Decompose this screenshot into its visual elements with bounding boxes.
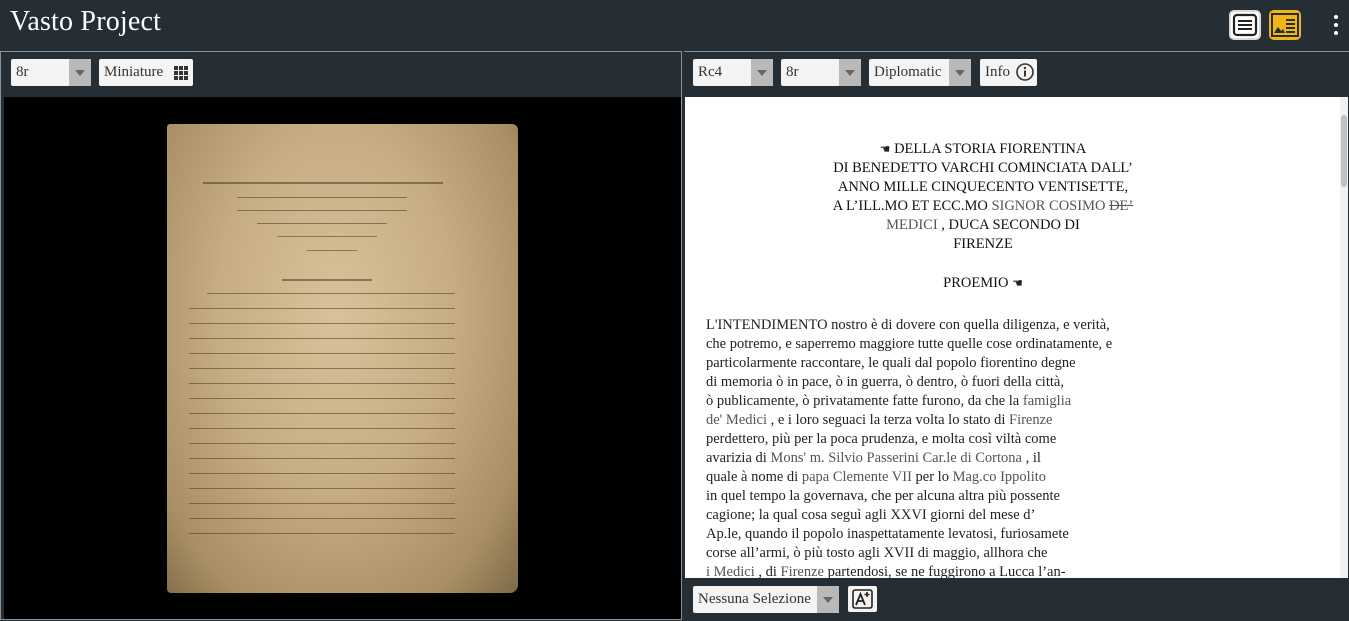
edition-level-select[interactable]: Diplomatic (869, 59, 971, 86)
heading-line: MEDICI , DUCA SECONDO DI (886, 217, 1080, 233)
entity-name[interactable]: Mons' m. Silvio Passerini Car.le di Cort… (770, 450, 1022, 466)
kebab-menu-icon (1334, 15, 1338, 19)
witness-select[interactable]: Rc4 (693, 59, 773, 86)
info-button[interactable]: Info (980, 59, 1037, 86)
text-line: avarizia di Mons' m. Silvio Passerini Ca… (706, 450, 1041, 466)
entity-name[interactable]: MEDICI (886, 217, 938, 233)
image-panel: 8r Miniature (0, 51, 682, 620)
kebab-menu-button[interactable] (1326, 12, 1346, 38)
text-view-icon (1232, 13, 1258, 37)
deleted-text: DE’ (1109, 198, 1134, 214)
entity-name[interactable]: Mag.co Ippolito (953, 469, 1046, 485)
text-panel: Rc4 8r Diplomatic Info ☚ DELLA STORIA FI… (684, 51, 1349, 621)
grid-icon (174, 66, 188, 80)
heading-line: ANNO MILLE CINQUECENTO VENTISETTE, (837, 179, 1129, 195)
image-text-view-button[interactable] (1269, 10, 1301, 40)
text-panel-footer: Nessuna Selezione (684, 578, 1349, 621)
image-text-view-icon (1271, 13, 1299, 37)
entity-name[interactable]: Firenze (1009, 412, 1052, 428)
manicule-icon: ☚ (879, 142, 891, 156)
chevron-down-icon (949, 59, 971, 86)
entity-name[interactable]: famiglia (1023, 393, 1071, 409)
miniature-button[interactable]: Miniature (99, 59, 193, 86)
text-line: corse all’armi, ò più tosto agli XVII di… (706, 545, 1048, 561)
text-line: L'INTENDIMENTO nostro è di dovere con qu… (706, 317, 1110, 333)
info-icon (1016, 63, 1034, 81)
text-line: perdettero, più per la poca prudenza, e … (706, 431, 1057, 447)
text-line: di memoria ò in pace, ò in guerra, ò den… (706, 374, 1064, 390)
text-line: ò publicamente, ò privatamente fatte fur… (706, 393, 1072, 409)
chevron-down-icon (751, 59, 773, 86)
text-line: i Medici , di Firenze partendosi, se ne … (706, 564, 1066, 578)
heading-line: FIRENZE (953, 236, 1013, 252)
top-bar: Vasto Project (0, 0, 1349, 51)
manicule-icon: ☚ (1012, 276, 1023, 290)
text-view-button[interactable] (1229, 10, 1261, 40)
proemio-heading: PROEMIO ☚ (943, 275, 1023, 291)
heading-line: A L’ILL.MO ET ECC.MO SIGNOR COSIMO DE’ (832, 198, 1134, 214)
text-line: de' Medici , e i loro seguaci la terza v… (706, 412, 1053, 428)
entity-name[interactable]: Firenze (781, 564, 824, 578)
chevron-down-icon (839, 59, 861, 86)
text-line: in quel tempo la governava, che per alcu… (706, 488, 1060, 504)
scrollbar[interactable] (1340, 97, 1348, 578)
text-line: Ap.le, quando il popolo inaspettatamente… (706, 526, 1069, 542)
page-select-left[interactable]: 8r (11, 59, 91, 86)
text-line: cagione; la qual cosa seguì agli XXVI gi… (706, 507, 1036, 523)
page-select-right[interactable]: 8r (781, 59, 861, 86)
font-size-icon (852, 589, 873, 609)
chevron-down-icon (817, 586, 839, 613)
app-title: Vasto Project (10, 6, 162, 37)
entity-name[interactable]: de' Medici (706, 412, 767, 428)
heading-line: DI BENEDETTO VARCHI COMINCIATA DALL’ (833, 160, 1133, 176)
entity-name[interactable]: i Medici (706, 564, 755, 578)
text-line: che potremo, e saperremo maggiore tutte … (706, 336, 1113, 352)
text-line: particolarmente raccontare, le quali dal… (706, 355, 1076, 371)
heading-line: ☚ DELLA STORIA FIORENTINA (879, 141, 1087, 157)
entity-name[interactable]: papa Clemente VII (802, 469, 912, 485)
transcription-text[interactable]: ☚ DELLA STORIA FIORENTINA DI BENEDETTO V… (685, 97, 1348, 578)
selection-select[interactable]: Nessuna Selezione (693, 586, 839, 613)
chevron-down-icon (69, 59, 91, 86)
manuscript-image-viewer[interactable] (4, 97, 681, 619)
entity-name[interactable]: SIGNOR COSIMO (991, 198, 1105, 214)
manuscript-page-image (167, 124, 518, 593)
text-line: quale à nome di papa Clemente VII per lo… (706, 469, 1047, 485)
font-size-button[interactable] (848, 586, 877, 612)
